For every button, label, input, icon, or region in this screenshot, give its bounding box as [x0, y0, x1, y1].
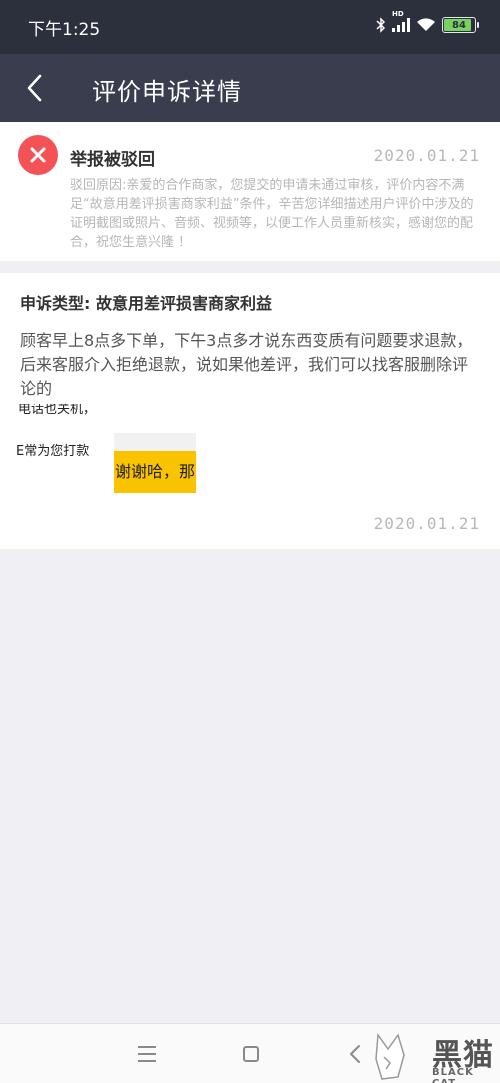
hd-badge: HD	[392, 10, 404, 18]
header-bar: 评价申诉详情	[0, 54, 500, 122]
watermark-sub: BLACK CAT	[432, 1067, 474, 1083]
appeal-description: 顾客早上8点多下单，下午3点多才说东西变质有问题要求退款，后来客服介入拒绝退款，…	[20, 331, 473, 398]
page-title: 评价申诉详情	[92, 78, 242, 106]
appeal-type: 申诉类型: 故意用差评损害商家利益	[20, 294, 272, 313]
attachment-fragment-3: 谢谢哈，那	[114, 451, 196, 493]
back-triangle-icon[interactable]	[348, 1043, 362, 1065]
bluetooth-icon	[376, 17, 386, 33]
attachment-image-header	[114, 433, 196, 451]
battery-level: 84	[452, 19, 466, 31]
menu-icon[interactable]	[138, 1046, 156, 1062]
attachment-fragment-1: 电话也关机，	[18, 404, 97, 417]
home-square-icon[interactable]	[243, 1046, 259, 1062]
status-bar: 下午1:25 HD 84	[0, 0, 500, 54]
attachment-text-fragment: 电话也关机，	[18, 404, 108, 422]
close-circle-icon	[18, 135, 58, 175]
reject-reason: 驳回原因:亲爱的合作商家，您提交的申请未通过审核，评价内容不满足“故意用差评损害…	[70, 178, 474, 250]
result-status: 举报被驳回	[70, 150, 155, 170]
chevron-left-icon[interactable]	[22, 72, 52, 104]
result-date: 2020.01.21	[373, 146, 480, 165]
cellular-signal-icon: HD	[392, 10, 410, 32]
attachment-image[interactable]: 谢谢哈，那	[114, 433, 196, 493]
appeal-date: 2020.01.21	[373, 514, 480, 533]
status-icons: HD 84	[376, 10, 479, 33]
attachment-fragment-2: E常为您打款	[16, 444, 90, 459]
wifi-icon	[417, 18, 435, 31]
battery-icon: 84	[442, 17, 479, 33]
status-time: 下午1:25	[28, 20, 101, 40]
